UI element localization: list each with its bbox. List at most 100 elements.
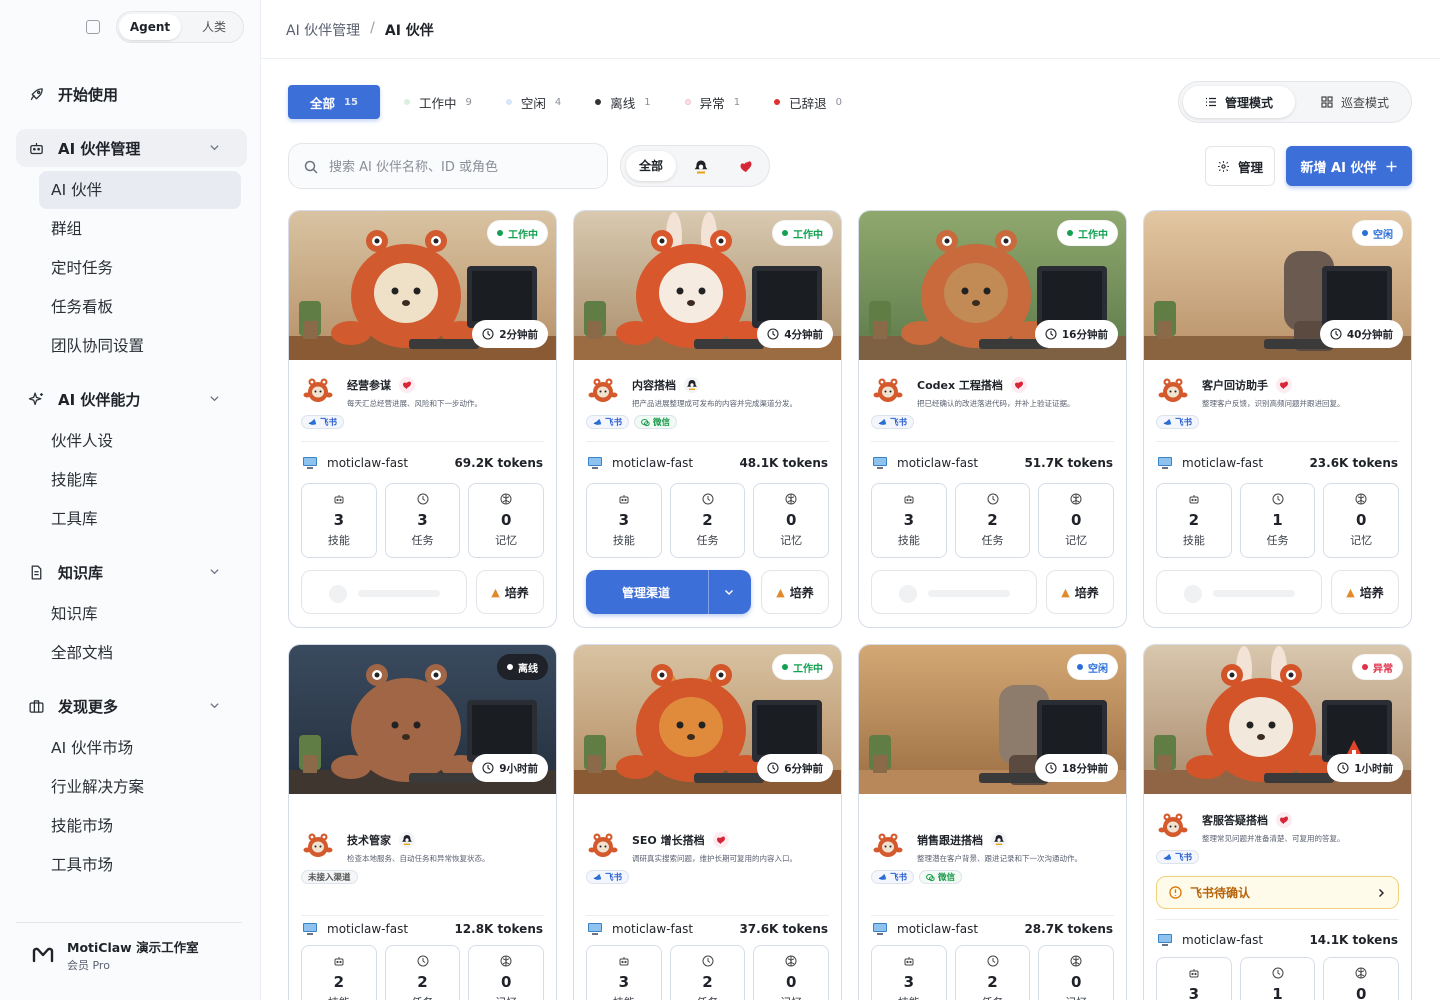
partner-card[interactable]: 工作中 4分钟前 内容搭档 把产品进展整理成可发布的内容并完成渠道分发。 飞书 微… [573,210,842,628]
cultivate-button[interactable]: ▲ 培养 [476,570,544,614]
workspace-footer[interactable]: MotiClaw 演示工作室 会员 Pro [16,922,242,1000]
stat-tasks[interactable]: 2 任务 [669,945,746,1000]
last-active-badge: 4分钟前 [757,320,833,348]
sidebar-item-knowledge-base[interactable]: 知识库 [39,595,241,633]
sidebar-toggle-checkbox[interactable] [86,20,100,34]
channel-filter-all[interactable]: 全部 [626,151,676,181]
inspect-mode-button[interactable]: 巡查模式 [1303,86,1407,118]
partner-card[interactable]: 离线 9小时前 技术管家 检查本地服务、自动任务和异常恢复状态。 未接入渠道 m… [288,644,557,1000]
partner-card[interactable]: 异常 1小时前 客服答疑搭档 整理常见问题并准备清楚、可复用的答复。 飞书 飞书… [1143,644,1412,1000]
stat-memory[interactable]: 0记忆 [1038,483,1115,558]
filter-tab-count: 1 [644,96,651,108]
sidebar-item-skill-library[interactable]: 技能库 [39,461,241,499]
model-row: moticlaw-fast 37.6K tokens [587,920,828,938]
partner-name: 客户回访助手 [1202,379,1268,392]
filter-tab-all[interactable]: 全部 15 [288,85,380,119]
partner-card[interactable]: 空闲 40分钟前 客户回访助手 整理客户反馈，识别高频问题并跟进回复。 飞书 m… [1143,210,1412,628]
agent-option[interactable]: Agent [119,14,181,40]
sidebar-item-ai-partner[interactable]: AI 伙伴 [39,171,241,209]
search-input[interactable] [329,156,589,178]
stat-skills[interactable]: 3技能 [301,483,377,558]
nav-partner-mgmt[interactable]: AI 伙伴管理 [16,129,247,167]
sidebar-item-team-settings[interactable]: 团队协同设置 [39,327,241,365]
stat-tasks[interactable]: 3 任务 [384,483,461,558]
skills-label: 技能 [587,994,661,1000]
sidebar-item-tool-library[interactable]: 工具库 [39,500,241,538]
stat-tasks[interactable]: 1任务 [1239,483,1316,558]
last-active-badge: 9小时前 [472,754,548,782]
stat-tasks[interactable]: 2 任务 [669,483,746,558]
manage-button[interactable]: 管理 [1205,146,1275,186]
stat-memory[interactable]: 0记忆 [1323,957,1400,1000]
stat-tasks[interactable]: 2 任务 [954,483,1031,558]
stat-memory[interactable]: 0记忆 [753,945,830,1000]
manage-mode-button[interactable]: 管理模式 [1183,86,1295,118]
status-dot [782,230,788,236]
sidebar-item-all-docs[interactable]: 全部文档 [39,634,241,672]
sidebar-item-partner-market[interactable]: AI 伙伴市场 [39,729,241,767]
stat-skills[interactable]: 3技能 [871,483,947,558]
stat-tasks[interactable]: 2 任务 [954,945,1031,1000]
filter-tab-working[interactable]: 工作中 9 [404,85,472,119]
nav-discover[interactable]: 发现更多 [16,687,247,725]
filter-tab-idle[interactable]: 空闲 4 [505,85,562,119]
tasks-count: 3 [417,511,428,529]
manage-channel-button[interactable]: 管理渠道 [586,570,751,614]
divider [1156,919,1399,920]
nav-partner-ability[interactable]: AI 伙伴能力 [16,380,247,418]
chevron-down-icon[interactable] [724,587,734,597]
stat-memory[interactable]: 0记忆 [1323,483,1400,558]
stat-memory[interactable]: 0记忆 [1038,945,1115,1000]
redbook-channel-icon[interactable] [738,159,754,175]
filter-tab-error[interactable]: 异常 1 [684,85,740,119]
human-option[interactable]: 人类 [191,14,237,40]
stat-tasks[interactable]: 2 任务 [384,945,461,1000]
stat-skills[interactable]: 2 技能 [301,945,377,1000]
nav-getting-started[interactable]: 开始使用 [16,75,247,113]
feishu-channel-icon[interactable] [693,159,709,175]
stat-memory[interactable]: 0记忆 [468,483,545,558]
sidebar-item-persona[interactable]: 伙伴人设 [39,422,241,460]
stat-skills[interactable]: 3技能 [586,945,662,1000]
sidebar-item-industry-solutions[interactable]: 行业解决方案 [39,768,241,806]
stat-skills[interactable]: 3技能 [871,945,947,1000]
sidebar-item-scheduled-tasks[interactable]: 定时任务 [39,249,241,287]
partner-card[interactable]: 工作中 6分钟前 SEO 增长搭档 调研真实搜索问题，维护长期可复用的内容入口。… [573,644,842,1000]
cultivate-button[interactable]: ▲ 培养 [1331,570,1399,614]
cultivate-button[interactable]: ▲ 培养 [761,570,829,614]
breadcrumb-parent[interactable]: AI 伙伴管理 [286,20,360,40]
partner-name-row: 经营参谋 [347,377,415,393]
stat-skills[interactable]: 3技能 [586,483,662,558]
cultivate-button[interactable]: ▲ 培养 [1046,570,1114,614]
sidebar-item-task-board[interactable]: 任务看板 [39,288,241,326]
nav-knowledge[interactable]: 知识库 [16,553,247,591]
status-dot [1362,230,1368,236]
cultivate-label: 培养 [504,585,529,600]
sidebar-item-tool-market[interactable]: 工具市场 [39,846,241,884]
add-partner-button[interactable]: 新增 AI 伙伴 [1286,146,1412,186]
feishu-bot-icon [684,377,700,393]
feishu-pending-alert[interactable]: 飞书待确认 [1156,876,1399,909]
filter-tab-dismissed[interactable]: 已辞退 0 [774,85,842,119]
channel-tag-none: 未接入渠道 [301,870,358,884]
model-name: moticlaw-fast [612,922,694,936]
monitor-icon [303,457,317,469]
partner-card[interactable]: 工作中 16分钟前 Codex 工程搭档 把已经确认的改进落进代码，并补上验证证… [858,210,1127,628]
last-active-label: 2分钟前 [499,328,538,341]
stat-skills[interactable]: 3技能 [1156,957,1232,1000]
skills-count: 2 [1188,511,1200,529]
sidebar-item-skill-market[interactable]: 技能市场 [39,807,241,845]
filter-tab-count: 4 [554,96,562,108]
filter-tab-offline[interactable]: 离线 1 [595,85,651,119]
gear-icon [1218,160,1229,172]
brain-icon [1070,955,1082,967]
stat-skills[interactable]: 2 技能 [1156,483,1232,558]
stat-tasks[interactable]: 1任务 [1239,957,1316,1000]
partner-card[interactable]: 空闲 18分钟前 销售跟进搭档 整理潜在客户背景、跟进记录和下一次沟通动作。 飞… [858,644,1127,1000]
partner-card[interactable]: 工作中 2分钟前 经营参谋 每天汇总经营进展、风险和下一步动作。 飞书 moti… [288,210,557,628]
document-icon [31,564,42,580]
status-label: 工作中 [1078,229,1108,241]
stat-memory[interactable]: 0记忆 [753,483,830,558]
sidebar-item-groups[interactable]: 群组 [39,210,241,248]
stat-memory[interactable]: 0记忆 [468,945,545,1000]
